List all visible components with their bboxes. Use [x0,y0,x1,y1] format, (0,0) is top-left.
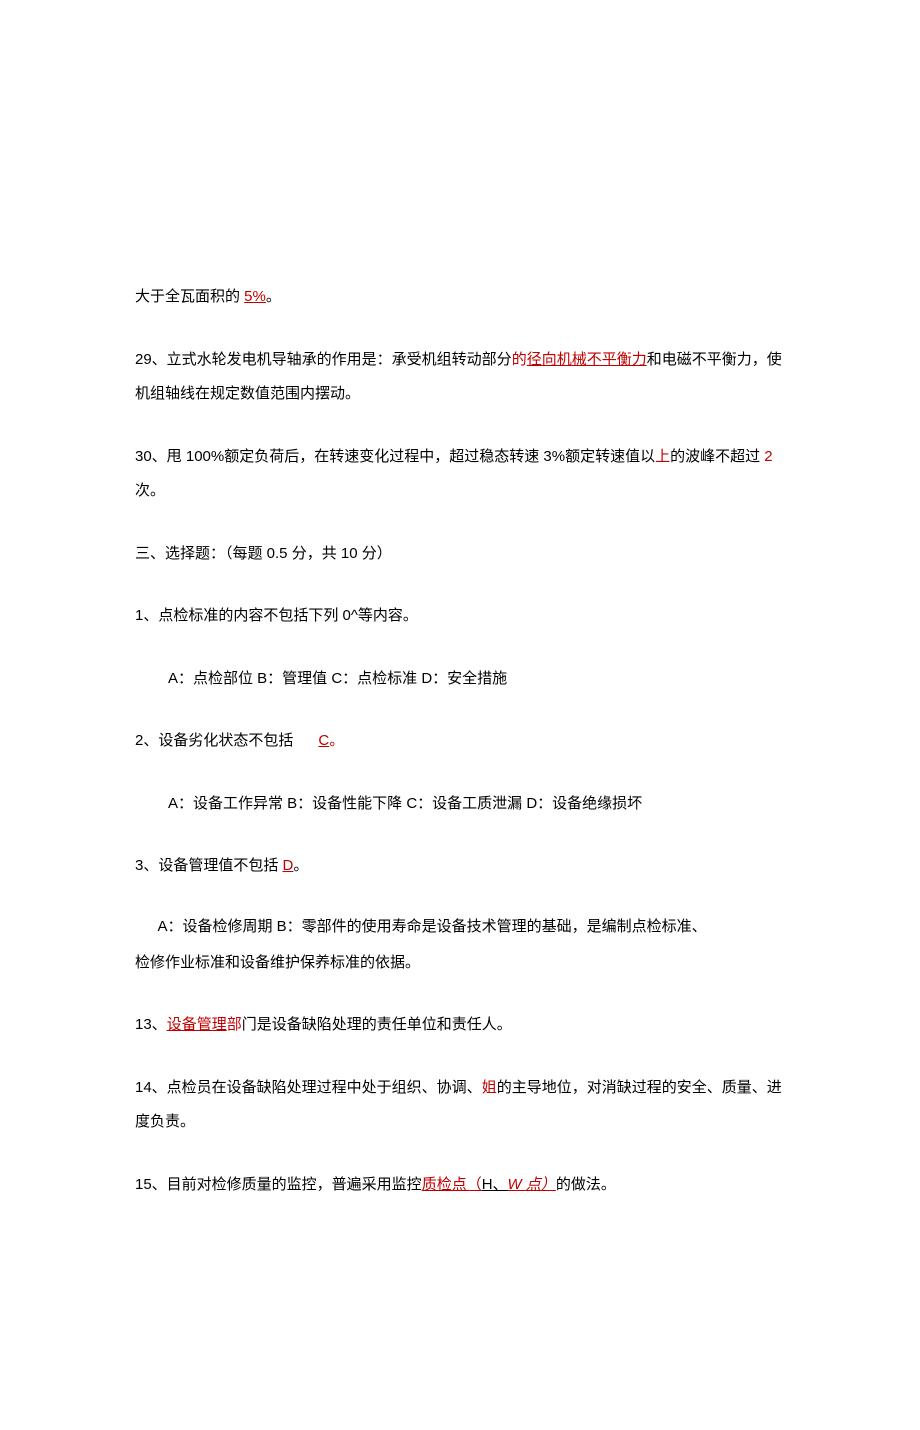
mc-question-2: 2、设备劣化状态不包括 C。 [135,724,785,759]
question-29: 29、立式水轮发电机导轴承的作用是：承受机组转动部分的径向机械不平衡力和电磁不平… [135,343,785,412]
question-15: 15、目前对检修质量的监控，普遍采用监控质检点（H、W 点）的做法。 [135,1168,785,1203]
mc-question-1: 1、点检标准的内容不包括下列 0^等内容。 [135,599,785,634]
text-red: 的 [512,351,527,368]
text: 次。 [135,482,165,499]
answer-text: 姐 [482,1079,497,1096]
text: 。 [329,732,344,749]
answer-text: 径向机械不平衡力 [527,351,647,368]
line-28-fragment: 大于全瓦面积的 5%。 [135,280,785,315]
mc-options-2: A：设备工作异常 B：设备性能下降 C：设备工质泄漏 D：设备绝缘损坏 [135,787,785,822]
text: 29、立式水轮发电机导轴承的作用是：承受机组转动部分 [135,351,512,368]
section-3-title: 三、选择题：（每题 0.5 分，共 10 分） [135,537,785,572]
text: 的波峰不超过 [670,448,764,465]
answer-text: 2 [764,448,772,465]
text: 3、设备管理值不包括 [135,857,283,874]
text: 13、 [135,1016,167,1033]
question-14: 14、点检员在设备缺陷处理过程中处于组织、协调、姐的主导地位，对消缺过程的安全、… [135,1071,785,1140]
document-page: 大于全瓦面积的 5%。 29、立式水轮发电机导轴承的作用是：承受机组转动部分的径… [0,0,920,1430]
answer-text: 质检点（ [422,1176,482,1193]
mc-options-3-line2: 检修作业标准和设备维护保养标准的依据。 [135,946,785,981]
text-red: 上 [655,448,670,465]
question-30: 30、甩 100%额定负荷后，在转速变化过程中，超过稳态转速 3%额定转速值以上… [135,440,785,509]
text: 15、目前对检修质量的监控，普遍采用监控 [135,1176,422,1193]
answer-text: 设备管理 [167,1016,227,1033]
answer-text: 5% [244,288,266,305]
text: 30、甩 100%额定负荷后，在转速变化过程中，超过稳态转速 3%额定转速值以 [135,448,655,465]
answer-text: W 点） [508,1176,556,1193]
answer-text: C [318,732,329,749]
mc-question-3: 3、设备管理值不包括 D。 [135,849,785,884]
text: 。 [293,857,308,874]
text: 14、点检员在设备缺陷处理过程中处于组织、协调、 [135,1079,482,1096]
mc-options-1: A：点检部位 B：管理值 C：点检标准 D：安全措施 [135,662,785,697]
question-13: 13、设备管理部门是设备缺陷处理的责任单位和责任人。 [135,1008,785,1043]
text: 门是设备缺陷处理的责任单位和责任人。 [242,1016,512,1033]
answer-text: D [283,857,294,874]
text-red: 部 [227,1016,242,1033]
text: 大于全瓦面积的 [135,288,244,305]
text: 。 [266,288,281,305]
mc-options-3-line1: A：设备检修周期 B：零部件的使用寿命是设备技术管理的基础，是编制点检标准、 [135,912,785,942]
text: 的做法。 [556,1176,616,1193]
answer-text: H、 [482,1176,508,1193]
text: 2、设备劣化状态不包括 [135,732,293,749]
